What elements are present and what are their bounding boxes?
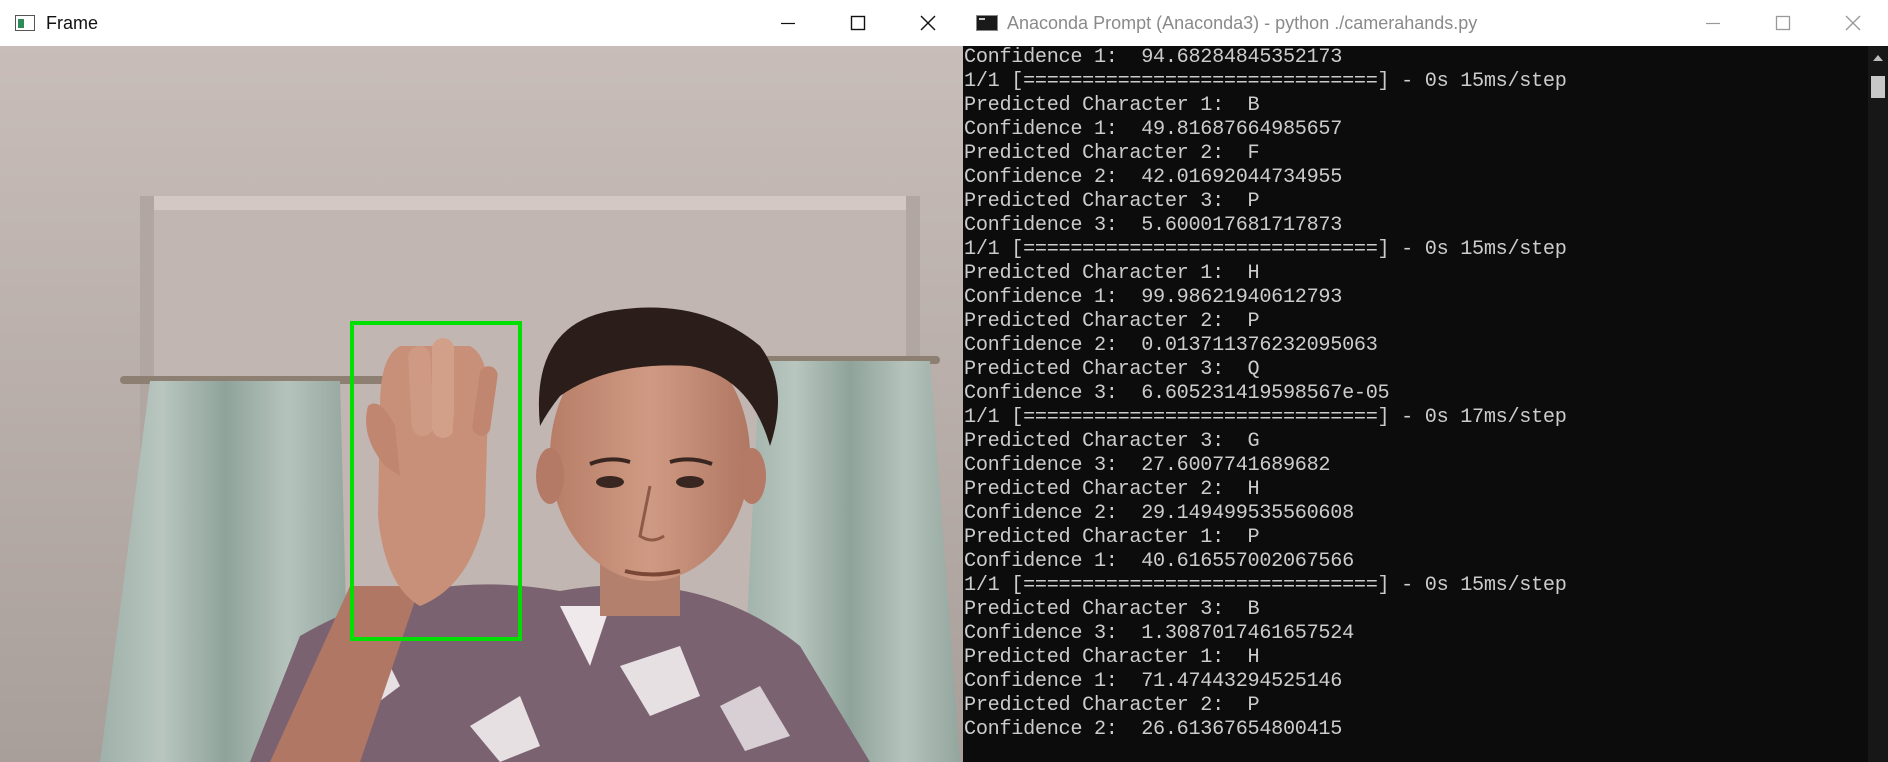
terminal-line: Confidence 2: 42.01692044734955: [964, 166, 1343, 189]
terminal-window: Anaconda Prompt (Anaconda3) - python ./c…: [963, 0, 1888, 762]
frame-minimize-button[interactable]: [753, 0, 823, 46]
terminal-line: Predicted Character 1: H: [964, 262, 1260, 285]
close-icon: [920, 15, 936, 31]
terminal-output[interactable]: Confidence 1: 94.68284845352173 1/1 [====…: [963, 46, 1868, 762]
minimize-icon: [781, 22, 795, 25]
terminal-line: Confidence 3: 27.6007741689682: [964, 454, 1331, 477]
terminal-line: Confidence 1: 99.98621940612793: [964, 286, 1343, 309]
terminal-line: Confidence 2: 29.149499535560608: [964, 502, 1354, 525]
frame-maximize-button[interactable]: [823, 0, 893, 46]
terminal-line: Predicted Character 2: F: [964, 142, 1260, 165]
terminal-line: Predicted Character 3: G: [964, 430, 1260, 453]
frame-app-icon: [15, 15, 35, 31]
frame-window: Frame: [0, 0, 963, 762]
maximize-icon: [1775, 15, 1791, 31]
terminal-app-icon: [976, 15, 998, 31]
terminal-title: Anaconda Prompt (Anaconda3) - python ./c…: [1007, 12, 1478, 33]
terminal-line: Confidence 2: 26.61367654800415: [964, 718, 1343, 741]
terminal-line: 1/1 [==============================] - 0…: [964, 238, 1567, 261]
terminal-line: 1/1 [==============================] - 0…: [964, 406, 1567, 429]
minimize-icon: [1706, 22, 1720, 25]
terminal-line: 1/1 [==============================] - 0…: [964, 574, 1567, 597]
terminal-line: Predicted Character 1: B: [964, 94, 1260, 117]
terminal-line: Predicted Character 1: H: [964, 646, 1260, 669]
terminal-close-button[interactable]: [1818, 0, 1888, 46]
terminal-line: Predicted Character 3: B: [964, 598, 1260, 621]
camera-feed: [0, 46, 963, 762]
terminal-titlebar[interactable]: Anaconda Prompt (Anaconda3) - python ./c…: [963, 0, 1888, 46]
maximize-icon: [850, 15, 866, 31]
terminal-line: Confidence 3: 6.605231419598567e-05: [964, 382, 1390, 405]
frame-close-button[interactable]: [893, 0, 963, 46]
terminal-line: Confidence 1: 94.68284845352173: [964, 46, 1343, 69]
close-icon: [1845, 15, 1861, 31]
terminal-window-controls: [1678, 0, 1888, 46]
terminal-line: Confidence 1: 71.47443294525146: [964, 670, 1343, 693]
terminal-minimize-button[interactable]: [1678, 0, 1748, 46]
scroll-up-arrow-icon: [1873, 55, 1883, 61]
camera-image: [0, 46, 963, 762]
terminal-maximize-button[interactable]: [1748, 0, 1818, 46]
terminal-scrollbar[interactable]: [1868, 46, 1888, 762]
scrollbar-thumb[interactable]: [1871, 76, 1885, 98]
terminal-line: 1/1 [==============================] - 0…: [964, 70, 1567, 93]
terminal-line: Confidence 3: 5.600017681717873: [964, 214, 1343, 237]
terminal-line: Predicted Character 3: P: [964, 190, 1260, 213]
frame-window-controls: [753, 0, 963, 46]
terminal-line: Confidence 1: 40.616557002067566: [964, 550, 1354, 573]
terminal-line: Predicted Character 1: P: [964, 526, 1260, 549]
terminal-line: Confidence 1: 49.81687664985657: [964, 118, 1343, 141]
terminal-line: Confidence 3: 1.3087017461657524: [964, 622, 1354, 645]
frame-titlebar[interactable]: Frame: [0, 0, 963, 46]
terminal-line: Predicted Character 2: P: [964, 694, 1260, 717]
terminal-line: Confidence 2: 0.013711376232095063: [964, 334, 1378, 357]
frame-title: Frame: [46, 12, 99, 33]
terminal-line: Predicted Character 2: P: [964, 310, 1260, 333]
terminal-line: Predicted Character 3: Q: [964, 358, 1260, 381]
terminal-line: Predicted Character 2: H: [964, 478, 1260, 501]
scroll-up-button[interactable]: [1868, 46, 1888, 70]
